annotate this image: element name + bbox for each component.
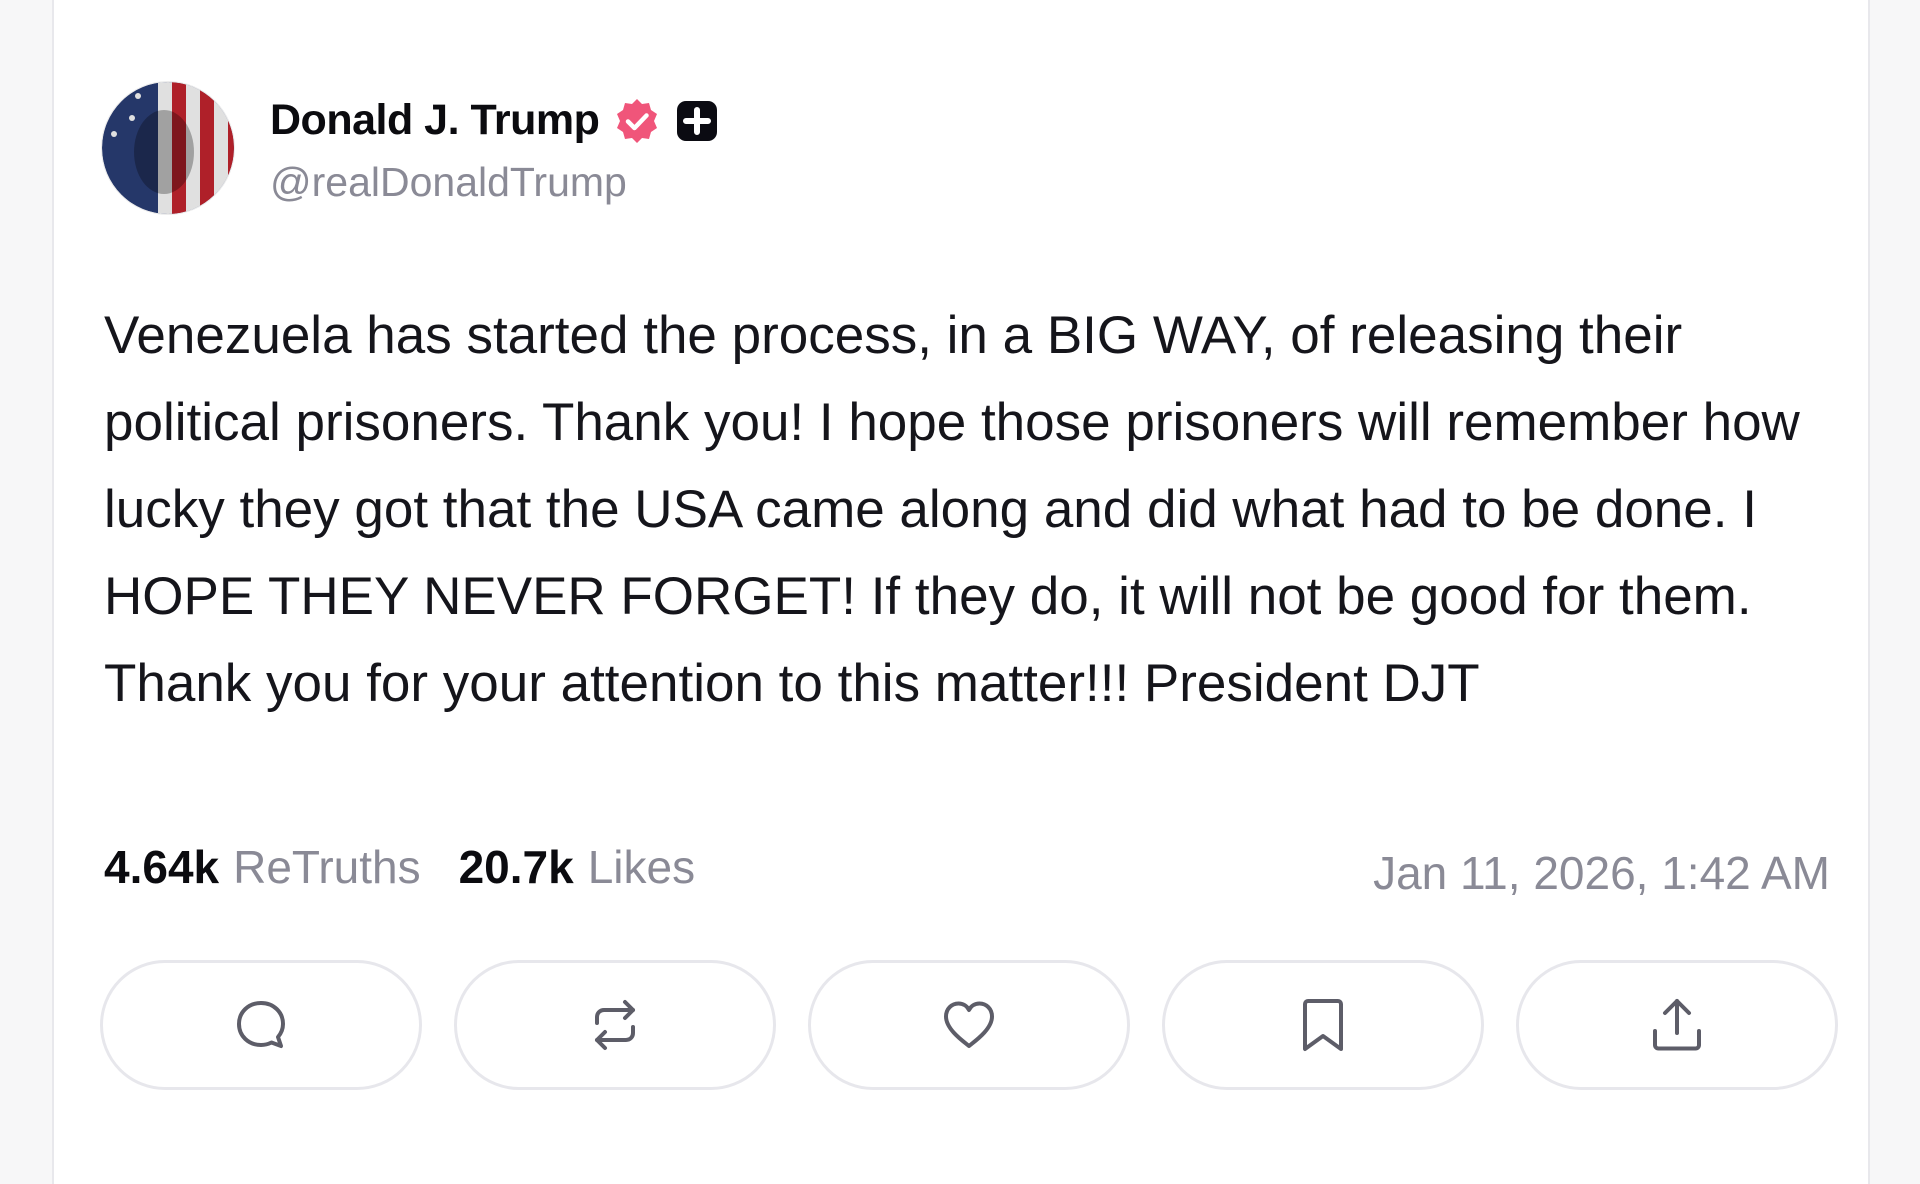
post-timestamp[interactable]: Jan 11, 2026, 1:42 AM	[1373, 846, 1830, 900]
plus-badge-icon	[675, 99, 719, 143]
reply-button[interactable]	[100, 960, 422, 1090]
like-button[interactable]	[808, 960, 1130, 1090]
post-stats: 4.64k ReTruths 20.7k Likes	[104, 840, 695, 894]
author-display-name[interactable]: Donald J. Trump	[270, 96, 600, 145]
flag-portrait-avatar-icon	[102, 82, 234, 214]
likes-count[interactable]: 20.7k	[459, 840, 574, 894]
name-row: Donald J. Trump	[270, 91, 719, 151]
share-button[interactable]	[1516, 960, 1838, 1090]
post-text: Venezuela has started the process, in a …	[104, 306, 1800, 713]
heart-icon	[944, 1001, 994, 1048]
retruths-label[interactable]: ReTruths	[233, 840, 420, 894]
bookmark-button[interactable]	[1162, 960, 1484, 1090]
action-bar	[100, 960, 1838, 1090]
share-icon	[1653, 999, 1701, 1051]
page: Donald J. Trump @realDonaldTrump Venezue…	[0, 0, 1920, 1184]
post-header: Donald J. Trump @realDonaldTrump	[102, 82, 719, 214]
comment-icon	[237, 1001, 285, 1048]
author-handle[interactable]: @realDonaldTrump	[270, 159, 719, 206]
likes-label[interactable]: Likes	[588, 840, 695, 894]
avatar[interactable]	[102, 82, 234, 214]
retruth-button[interactable]	[454, 960, 776, 1090]
retruths-count[interactable]: 4.64k	[104, 840, 219, 894]
author-identity: Donald J. Trump @realDonaldTrump	[270, 91, 719, 206]
bookmark-icon	[1303, 999, 1343, 1051]
verified-badge-icon	[613, 97, 661, 145]
repost-icon	[595, 1000, 635, 1050]
